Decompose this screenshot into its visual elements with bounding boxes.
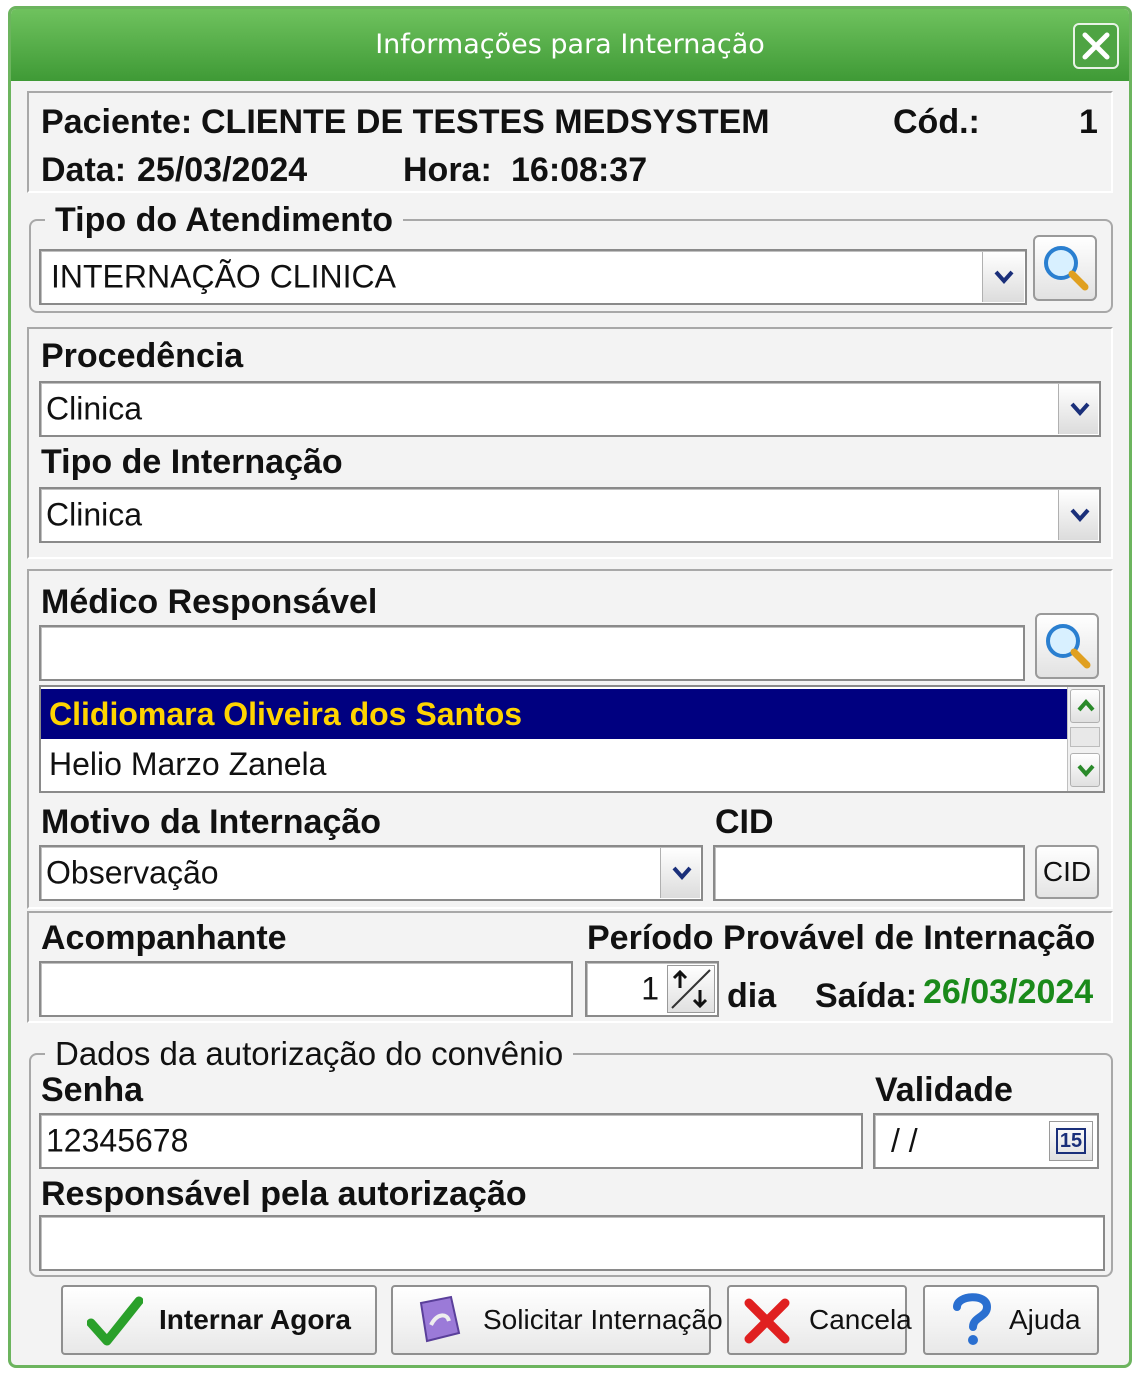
patient-name: CLIENTE DE TESTES MEDSYSTEM <box>201 103 770 141</box>
ajuda-label: Ajuda <box>1009 1304 1081 1335</box>
spinner-button[interactable] <box>667 965 715 1013</box>
senha-input[interactable]: 12345678 <box>39 1113 863 1169</box>
motivo-dropdown-button[interactable] <box>660 848 700 898</box>
medico-list-scrollbar[interactable] <box>1067 687 1103 791</box>
internar-agora-button[interactable]: Internar Agora <box>61 1285 377 1355</box>
cancela-button[interactable]: Cancela <box>727 1285 912 1355</box>
chevron-down-icon <box>672 866 692 881</box>
search-icon <box>1046 624 1091 669</box>
medico-list-item[interactable]: Helio Marzo Zanela <box>41 739 1067 789</box>
window-title: Informações para Internação <box>375 29 765 60</box>
calendar-icon: 15 <box>1055 1128 1087 1154</box>
scroll-thumb[interactable] <box>1070 727 1100 747</box>
tipo-internacao-value: Clinica <box>46 496 143 533</box>
validade-value: / / <box>891 1122 918 1159</box>
tipo-atendimento-legend: Tipo do Atendimento <box>45 201 404 240</box>
solicitar-internacao-button[interactable]: Solicitar Internação <box>391 1285 723 1355</box>
senha-label: Senha <box>41 1071 144 1109</box>
autorizacao-legend: Dados da autorização do convênio <box>45 1035 574 1073</box>
tipo-atendimento-search-button[interactable] <box>1033 235 1097 301</box>
date-label: Data: <box>41 151 127 189</box>
chevron-down-icon <box>1070 402 1090 417</box>
acompanhante-input[interactable] <box>39 961 573 1017</box>
document-clip-icon <box>419 1295 461 1343</box>
tipo-internacao-select[interactable]: Clinica <box>39 487 1101 543</box>
medico-list[interactable]: Clidiomara Oliveira dos Santos Helio Mar… <box>39 685 1105 793</box>
cid-label: CID <box>715 803 774 841</box>
tipo-internacao-label: Tipo de Internação <box>41 443 343 481</box>
cid-button[interactable]: CID <box>1035 845 1099 899</box>
acompanhante-panel: Acompanhante Período Provável de Interna… <box>27 911 1113 1023</box>
tipo-internacao-dropdown-button[interactable] <box>1058 490 1098 540</box>
chevron-down-icon <box>994 270 1014 285</box>
ajuda-button[interactable]: Ajuda <box>923 1285 1099 1355</box>
motivo-select[interactable]: Observação <box>39 845 703 901</box>
senha-value: 12345678 <box>46 1122 189 1159</box>
patient-header: Paciente: CLIENTE DE TESTES MEDSYSTEM Có… <box>27 91 1113 193</box>
saida-date: 26/03/2024 <box>923 973 1094 1011</box>
procedencia-panel: Procedência Clinica Tipo de Internação C… <box>27 327 1113 559</box>
checkmark-icon <box>87 1296 143 1346</box>
patient-time: 16:08:37 <box>511 151 648 189</box>
periodo-label: Período Provável de Internação <box>587 919 1096 957</box>
close-button[interactable] <box>1073 23 1119 69</box>
internar-agora-label: Internar Agora <box>159 1304 351 1335</box>
medico-search-button[interactable] <box>1035 613 1099 679</box>
chevron-up-icon <box>1077 698 1095 712</box>
validade-date-input[interactable]: / / 15 <box>873 1113 1099 1169</box>
medico-label: Médico Responsável <box>41 583 378 621</box>
internacao-dialog: Informações para Internação Paciente: CL… <box>8 6 1132 1368</box>
title-bar: Informações para Internação <box>11 9 1129 81</box>
procedencia-select[interactable]: Clinica <box>39 381 1101 437</box>
cid-input[interactable] <box>713 845 1025 901</box>
search-icon <box>1044 246 1089 291</box>
acompanhante-label: Acompanhante <box>41 919 287 957</box>
chevron-down-icon <box>1077 764 1095 778</box>
help-question-icon <box>953 1293 992 1345</box>
medico-list-item-selected[interactable]: Clidiomara Oliveira dos Santos <box>41 689 1067 739</box>
chevron-down-icon <box>1070 508 1090 523</box>
tipo-atendimento-select[interactable]: INTERNAÇÃO CLINICA <box>39 249 1027 305</box>
periodo-unit: dia <box>727 977 777 1015</box>
scroll-up-button[interactable] <box>1070 689 1100 723</box>
periodo-days-value: 1 <box>641 970 659 1007</box>
spin-arrows-icon <box>671 969 711 1009</box>
patient-code: 1 <box>1079 103 1098 141</box>
solicitar-internacao-label: Solicitar Internação <box>483 1304 723 1335</box>
motivo-label: Motivo da Internação <box>41 803 382 841</box>
procedencia-label: Procedência <box>41 337 244 375</box>
calendar-button[interactable]: 15 <box>1049 1121 1093 1161</box>
periodo-days-spinner[interactable]: 1 <box>585 961 719 1017</box>
saida-label: Saída: <box>815 977 918 1015</box>
responsavel-input[interactable] <box>39 1215 1105 1271</box>
patient-date: 25/03/2024 <box>137 151 308 189</box>
patient-label: Paciente: <box>41 103 193 141</box>
cancel-x-icon <box>744 1298 790 1344</box>
validade-label: Validade <box>875 1071 1013 1109</box>
procedencia-value: Clinica <box>46 390 143 427</box>
tipo-atendimento-dropdown-button[interactable] <box>982 252 1024 302</box>
code-label: Cód.: <box>893 103 980 141</box>
tipo-atendimento-value: INTERNAÇÃO CLINICA <box>51 258 396 295</box>
close-icon <box>1082 32 1110 60</box>
cancela-label: Cancela <box>809 1304 912 1335</box>
procedencia-dropdown-button[interactable] <box>1058 384 1098 434</box>
motivo-value: Observação <box>46 854 219 891</box>
medico-search-input[interactable] <box>39 625 1025 681</box>
scroll-down-button[interactable] <box>1070 753 1100 787</box>
responsavel-label: Responsável pela autorização <box>41 1175 527 1213</box>
medico-panel: Médico Responsável Clidiomara Oliveira d… <box>27 569 1113 909</box>
time-label: Hora: <box>403 151 492 189</box>
